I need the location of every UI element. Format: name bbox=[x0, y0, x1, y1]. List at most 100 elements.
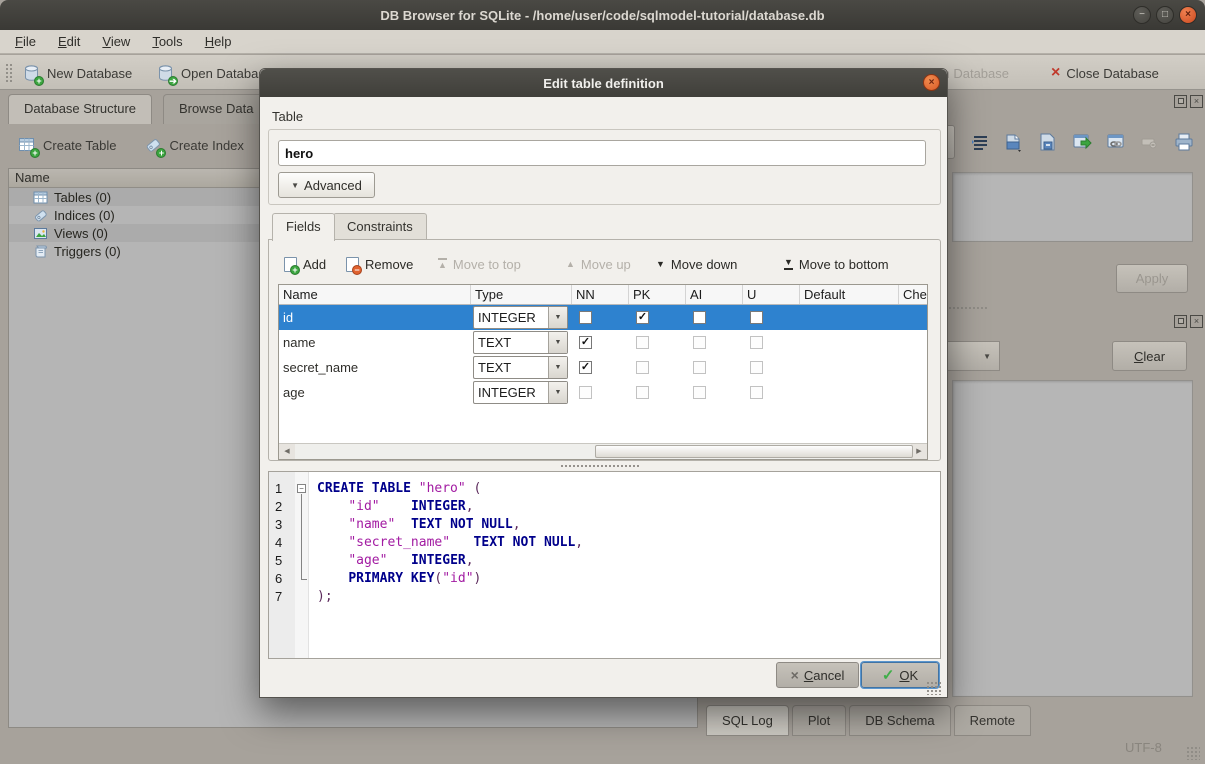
toolbar-grip-handle[interactable] bbox=[5, 63, 12, 83]
chevron-down-icon[interactable]: ▼ bbox=[548, 382, 567, 403]
menu-file[interactable]: File bbox=[4, 30, 47, 53]
tab-database-structure[interactable]: Database Structure bbox=[8, 94, 152, 124]
column-header-default[interactable]: Default bbox=[800, 285, 899, 304]
import-file-icon[interactable] bbox=[1000, 127, 1028, 157]
open-database-button[interactable]: ➔ Open Database bbox=[156, 60, 272, 86]
type-combobox[interactable]: INTEGER▼ bbox=[473, 381, 568, 404]
field-row-secret_name[interactable]: secret_nameTEXT▼ ✓ bbox=[279, 355, 927, 380]
chevron-down-icon[interactable]: ▼ bbox=[548, 332, 567, 353]
dock-close-icon[interactable]: × bbox=[1190, 95, 1203, 108]
action-label: Move to bottom bbox=[799, 257, 889, 272]
field-name-cell[interactable]: name bbox=[279, 335, 471, 350]
print-icon[interactable] bbox=[1170, 127, 1198, 157]
text-lines-icon[interactable] bbox=[966, 127, 994, 157]
type-combobox[interactable]: TEXT▼ bbox=[473, 356, 568, 379]
column-header-che[interactable]: Che bbox=[899, 285, 928, 304]
pk-checkbox[interactable] bbox=[636, 386, 649, 399]
column-header-name[interactable]: Name bbox=[279, 285, 471, 304]
type-combobox[interactable]: TEXT▼ bbox=[473, 331, 568, 354]
column-header-type[interactable]: Type bbox=[471, 285, 572, 304]
dock-float-icon[interactable] bbox=[1174, 95, 1187, 108]
tab-constraints[interactable]: Constraints bbox=[333, 213, 427, 240]
column-header-u[interactable]: U bbox=[743, 285, 800, 304]
cell-editor-textarea[interactable] bbox=[952, 172, 1193, 242]
type-combobox[interactable]: INTEGER▼ bbox=[473, 306, 568, 329]
pk-checkbox[interactable] bbox=[636, 336, 649, 349]
pk-checkbox[interactable]: ✓ bbox=[636, 311, 649, 324]
field-row-age[interactable]: ageINTEGER▼ bbox=[279, 380, 927, 405]
close-database-button[interactable]: × Close Database bbox=[1051, 60, 1159, 86]
bottom-tab-remote[interactable]: Remote bbox=[954, 705, 1032, 736]
move-to-top-button[interactable]: ▲Move to top bbox=[438, 252, 521, 276]
window-minimize-icon[interactable]: − bbox=[1133, 6, 1151, 24]
create-index-button[interactable]: + Create Index bbox=[144, 132, 243, 158]
chevron-down-icon[interactable]: ▼ bbox=[548, 357, 567, 378]
table-name-input[interactable] bbox=[278, 140, 926, 166]
u-checkbox[interactable] bbox=[750, 311, 763, 324]
field-name-cell[interactable]: id bbox=[279, 310, 471, 325]
clear-button[interactable]: Clear bbox=[1112, 341, 1187, 371]
apply-button[interactable]: Apply bbox=[1116, 264, 1188, 293]
ai-checkbox[interactable] bbox=[693, 311, 706, 324]
nn-checkbox[interactable]: ✓ bbox=[579, 336, 592, 349]
add-button[interactable]: +Add bbox=[284, 252, 326, 276]
move-up-button[interactable]: ▲Move up bbox=[566, 252, 631, 276]
save-file-icon[interactable] bbox=[1034, 127, 1062, 157]
scroll-right-icon[interactable]: ▶ bbox=[911, 444, 927, 459]
window-close-icon[interactable]: × bbox=[1179, 6, 1197, 24]
field-name-cell[interactable]: age bbox=[279, 385, 471, 400]
column-header-nn[interactable]: NN bbox=[572, 285, 629, 304]
menu-view[interactable]: View bbox=[91, 30, 141, 53]
ai-checkbox[interactable] bbox=[693, 361, 706, 374]
field-name-cell[interactable]: secret_name bbox=[279, 360, 471, 375]
splitter-handle[interactable] bbox=[948, 306, 988, 311]
fold-collapse-icon[interactable]: − bbox=[297, 484, 306, 493]
nn-checkbox[interactable] bbox=[579, 386, 592, 399]
sql-log-textarea[interactable] bbox=[952, 380, 1193, 697]
window-maximize-icon[interactable]: □ bbox=[1156, 6, 1174, 24]
column-header-pk[interactable]: PK bbox=[629, 285, 686, 304]
bottom-tab-sql-log[interactable]: SQL Log bbox=[706, 705, 789, 736]
nn-checkbox[interactable] bbox=[579, 311, 592, 324]
advanced-button[interactable]: ▼ Advanced bbox=[278, 172, 375, 198]
create-table-button[interactable]: + Create Table bbox=[18, 132, 116, 158]
move-down-button[interactable]: ▼Move down bbox=[656, 252, 737, 276]
log-filter-combobox[interactable]: ▼ bbox=[948, 341, 1000, 371]
tab-browse-data[interactable]: Browse Data bbox=[163, 94, 269, 124]
column-header-ai[interactable]: AI bbox=[686, 285, 743, 304]
export-window-icon[interactable] bbox=[1068, 127, 1096, 157]
splitter-handle[interactable] bbox=[560, 464, 640, 468]
link-window-icon[interactable] bbox=[1102, 127, 1130, 157]
scroll-left-icon[interactable]: ◀ bbox=[279, 444, 295, 459]
u-checkbox[interactable] bbox=[750, 336, 763, 349]
nn-checkbox[interactable]: ✓ bbox=[579, 361, 592, 374]
dock-close-icon[interactable]: × bbox=[1190, 315, 1203, 328]
bottom-tab-plot[interactable]: Plot bbox=[792, 705, 846, 736]
menu-edit[interactable]: Edit bbox=[47, 30, 91, 53]
cancel-button[interactable]: × Cancel bbox=[776, 662, 859, 688]
bottom-tab-db-schema[interactable]: DB Schema bbox=[849, 705, 950, 736]
scrollbar-handle[interactable] bbox=[595, 445, 913, 458]
tab-fields[interactable]: Fields bbox=[272, 213, 335, 241]
dock-float-icon[interactable] bbox=[1174, 315, 1187, 328]
pk-checkbox[interactable] bbox=[636, 361, 649, 374]
move-to-bottom-button[interactable]: ▼Move to bottom bbox=[784, 252, 889, 276]
field-row-name[interactable]: nameTEXT▼ ✓ bbox=[279, 330, 927, 355]
menu-tools[interactable]: Tools bbox=[141, 30, 193, 53]
dialog-resize-grip[interactable] bbox=[926, 681, 942, 695]
field-row-id[interactable]: idINTEGER▼ ✓ bbox=[279, 305, 927, 330]
u-checkbox[interactable] bbox=[750, 361, 763, 374]
dialog-close-icon[interactable]: × bbox=[923, 74, 940, 91]
chevron-down-icon[interactable]: ▼ bbox=[548, 307, 567, 328]
menu-help[interactable]: Help bbox=[194, 30, 243, 53]
window-resize-grip[interactable] bbox=[1186, 746, 1200, 760]
new-database-button[interactable]: + New Database bbox=[22, 60, 132, 86]
ai-checkbox[interactable] bbox=[693, 336, 706, 349]
remove-button[interactable]: −Remove bbox=[346, 252, 413, 276]
ai-checkbox[interactable] bbox=[693, 386, 706, 399]
null-toggle-icon[interactable] bbox=[1136, 127, 1164, 157]
scrollbar-track[interactable] bbox=[295, 444, 911, 459]
horizontal-scrollbar[interactable]: ◀ ▶ bbox=[279, 443, 927, 459]
sql-preview[interactable]: 1234567 − CREATE TABLE "hero" ( "id" INT… bbox=[268, 471, 941, 659]
u-checkbox[interactable] bbox=[750, 386, 763, 399]
